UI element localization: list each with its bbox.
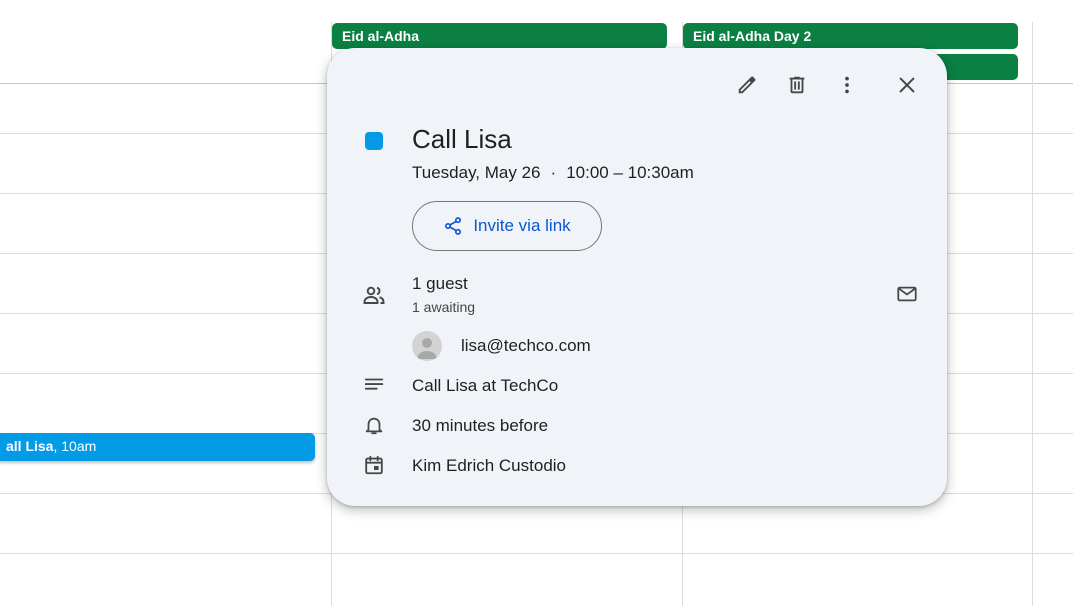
email-guests-button[interactable]: [890, 277, 924, 311]
invite-via-link-button[interactable]: Invite via link: [412, 201, 602, 251]
event-title: Call Lisa: [412, 124, 512, 154]
share-icon: [445, 217, 462, 235]
close-icon: [899, 77, 915, 93]
more-options-button[interactable]: [830, 68, 864, 102]
datetime-dot: ·: [550, 163, 557, 182]
close-popup-button[interactable]: [890, 68, 924, 102]
more-vert-icon: [845, 76, 849, 94]
event-date: Tuesday, May 26: [412, 163, 541, 182]
mail-icon: [897, 286, 917, 302]
day-column-divider: [1032, 22, 1033, 606]
event-time: 10:00 – 10:30am: [566, 163, 694, 182]
trash-icon: [789, 76, 805, 94]
description-icon: [361, 372, 387, 398]
pencil-icon: [738, 76, 756, 94]
invite-via-link-label: Invite via link: [473, 216, 571, 235]
event-reminder: 30 minutes before: [412, 416, 549, 435]
guest-count: 1 guest: [412, 274, 468, 293]
bell-icon: [361, 412, 387, 438]
event-chip-title: all Lisa: [6, 438, 54, 454]
event-chip-time: 10am: [61, 438, 97, 454]
allday-event-eid[interactable]: Eid al-Adha: [332, 23, 667, 49]
calendar-icon: [361, 452, 387, 478]
edit-event-button[interactable]: [730, 68, 764, 102]
people-icon: [361, 282, 387, 308]
event-details-popup: Call Lisa Tuesday, May 26 · 10:00 – 10:30a…: [327, 48, 947, 506]
guest-email[interactable]: lisa@techco.com: [461, 336, 591, 356]
allday-event-eid-day2[interactable]: Eid al-Adha Day 2: [683, 23, 1018, 49]
event-color-swatch: [365, 132, 383, 150]
event-description: Call Lisa at TechCo: [412, 376, 559, 395]
delete-event-button[interactable]: [780, 68, 814, 102]
guest-status: 1 awaiting: [412, 299, 476, 315]
calendar-owner: Kim Edrich Custodio: [412, 456, 567, 475]
event-datetime: Tuesday, May 26 · 10:00 – 10:30am: [412, 163, 694, 183]
hour-line: [0, 553, 1073, 554]
event-chip-call-lisa[interactable]: all Lisa, 10am: [0, 433, 315, 461]
person-icon: [417, 338, 437, 359]
avatar[interactable]: [412, 331, 442, 361]
